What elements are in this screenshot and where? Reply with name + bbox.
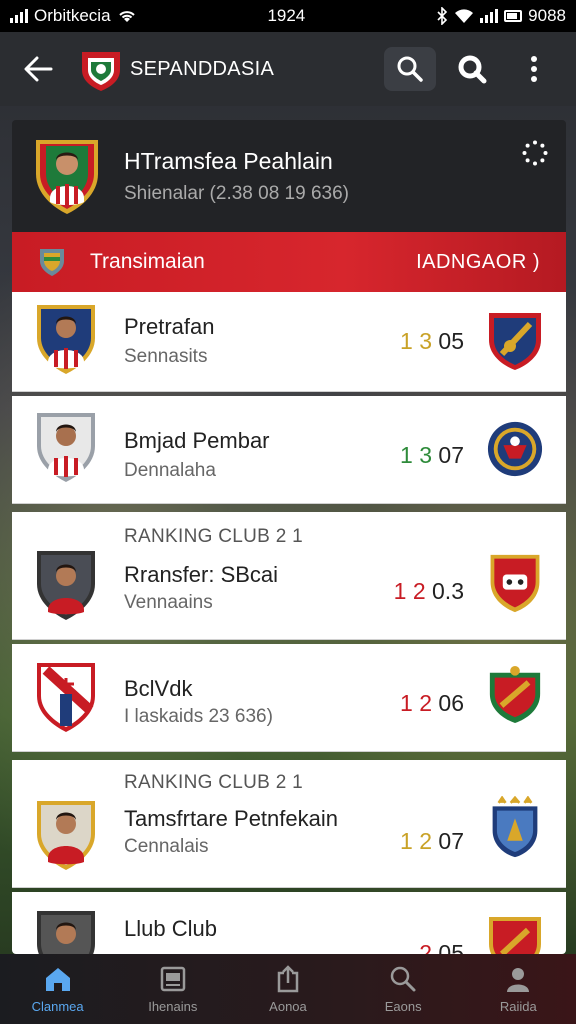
item-name: Llub Club <box>124 916 217 941</box>
nav-share[interactable]: Aonoa <box>238 964 338 1014</box>
list-item[interactable]: RANKING CLUB 2 1 Tamsfrtare Petnfekain C… <box>12 760 566 888</box>
section-right-label[interactable]: IADNGAOR ) <box>416 251 540 274</box>
home-icon <box>45 967 70 991</box>
item-subtitle: Vennaains <box>124 592 213 613</box>
status-bar: Orbitkecia 1924 9088 <box>0 0 576 32</box>
bottom-navigation: Clanmea Ihenains Aonoa Eaons Raiida <box>0 954 576 1024</box>
item-score: 1 2 0.3 <box>393 578 464 604</box>
nav-label: Ihenains <box>148 998 198 1014</box>
list-item[interactable]: Bmjad Pembar Dennalaha 1 3 07 <box>12 396 566 504</box>
player-header[interactable]: HTramsfea Peahlain Shienalar (2.38 08 19… <box>12 120 566 232</box>
app-title: SEPANDDASIA <box>130 57 275 80</box>
search-button[interactable] <box>384 47 436 91</box>
carrier-name: Orbitkecia <box>34 6 111 25</box>
item-name: Pretrafan <box>124 314 215 339</box>
ranking-label: RANKING CLUB 2 1 <box>124 772 304 793</box>
club-badge <box>487 421 543 477</box>
player-crest <box>37 305 95 374</box>
player-crest <box>37 911 95 954</box>
bluetooth-icon <box>437 7 448 25</box>
wifi-icon <box>118 11 135 22</box>
nav-label: Eaons <box>384 998 422 1014</box>
nav-home[interactable]: Clanmea <box>8 965 108 1014</box>
nav-label: Aonoa <box>269 998 307 1014</box>
player-crest <box>37 801 95 870</box>
back-arrow-icon[interactable] <box>16 47 60 91</box>
search-icon <box>397 56 423 82</box>
search-icon <box>390 966 416 991</box>
share-icon <box>277 964 299 992</box>
item-subtitle: Sennasits <box>124 346 208 367</box>
player-crest <box>36 140 98 214</box>
player-crest <box>37 551 95 620</box>
cell-signal-icon <box>480 9 499 23</box>
item-subtitle: I laskaids 23 636) <box>124 706 273 727</box>
gallery-icon <box>160 966 186 991</box>
item-name: Bmjad Pembar <box>124 428 270 453</box>
wifi-status-icon <box>455 9 474 23</box>
section-label: Transimaian <box>90 250 205 273</box>
club-badge <box>492 796 538 858</box>
player-crest <box>37 663 95 732</box>
ranking-label: RANKING CLUB 2 1 <box>124 526 304 547</box>
club-badge <box>489 917 541 954</box>
list-item[interactable]: Llub Club 2 05 <box>12 892 566 954</box>
status-time: 1924 <box>267 6 306 25</box>
item-name: Rransfer: SBcai <box>124 562 279 587</box>
item-subtitle: Dennalaha <box>124 460 216 481</box>
list-item[interactable]: RANKING CLUB 2 1 Rransfer: SBcai Vennaai… <box>12 512 566 640</box>
nav-label: Raiida <box>499 998 537 1014</box>
item-name: BclVdk <box>124 676 193 701</box>
list-item[interactable]: BclVdk I laskaids 23 636) 1 2 06 <box>12 644 566 752</box>
nav-search[interactable]: Eaons <box>353 965 453 1014</box>
app-logo <box>82 52 120 91</box>
item-score: 2 05 <box>419 940 464 954</box>
club-badge <box>489 666 541 724</box>
nav-profile[interactable]: Raiida <box>468 965 568 1014</box>
loading-spinner-icon <box>522 140 548 166</box>
filter-search-button[interactable] <box>446 47 498 91</box>
more-vert-icon <box>531 56 537 82</box>
header-subtitle: Shienalar (2.38 08 19 636) <box>124 182 349 204</box>
search-bold-icon <box>458 55 487 84</box>
player-crest <box>37 413 95 482</box>
battery-level: 9088 <box>528 6 566 25</box>
list-item[interactable]: Pretrafan Sennasits 1 3 05 <box>12 292 566 392</box>
section-shield-icon <box>40 249 64 276</box>
nav-gallery[interactable]: Ihenains <box>123 965 223 1014</box>
item-subtitle: Cennalais <box>124 836 209 857</box>
nav-label: Clanmea <box>31 998 84 1014</box>
item-score: 1 3 05 <box>400 328 464 354</box>
item-score: 1 2 07 <box>400 828 464 854</box>
item-score: 1 3 07 <box>400 442 464 468</box>
item-score: 1 2 06 <box>400 690 464 716</box>
item-name: Tamsfrtare Petnfekain <box>124 806 338 831</box>
header-title: HTramsfea Peahlain <box>124 147 333 174</box>
app-bar: SEPANDDASIA <box>0 32 576 106</box>
more-options-button[interactable] <box>508 47 560 91</box>
club-badge <box>489 313 541 370</box>
section-header-bar: Transimaian IADNGAOR ) <box>12 232 566 292</box>
main-panel: HTramsfea Peahlain Shienalar (2.38 08 19… <box>12 120 566 954</box>
signal-icon <box>10 9 28 23</box>
profile-icon <box>507 967 530 992</box>
club-badge <box>490 554 540 613</box>
battery-icon <box>504 10 523 22</box>
